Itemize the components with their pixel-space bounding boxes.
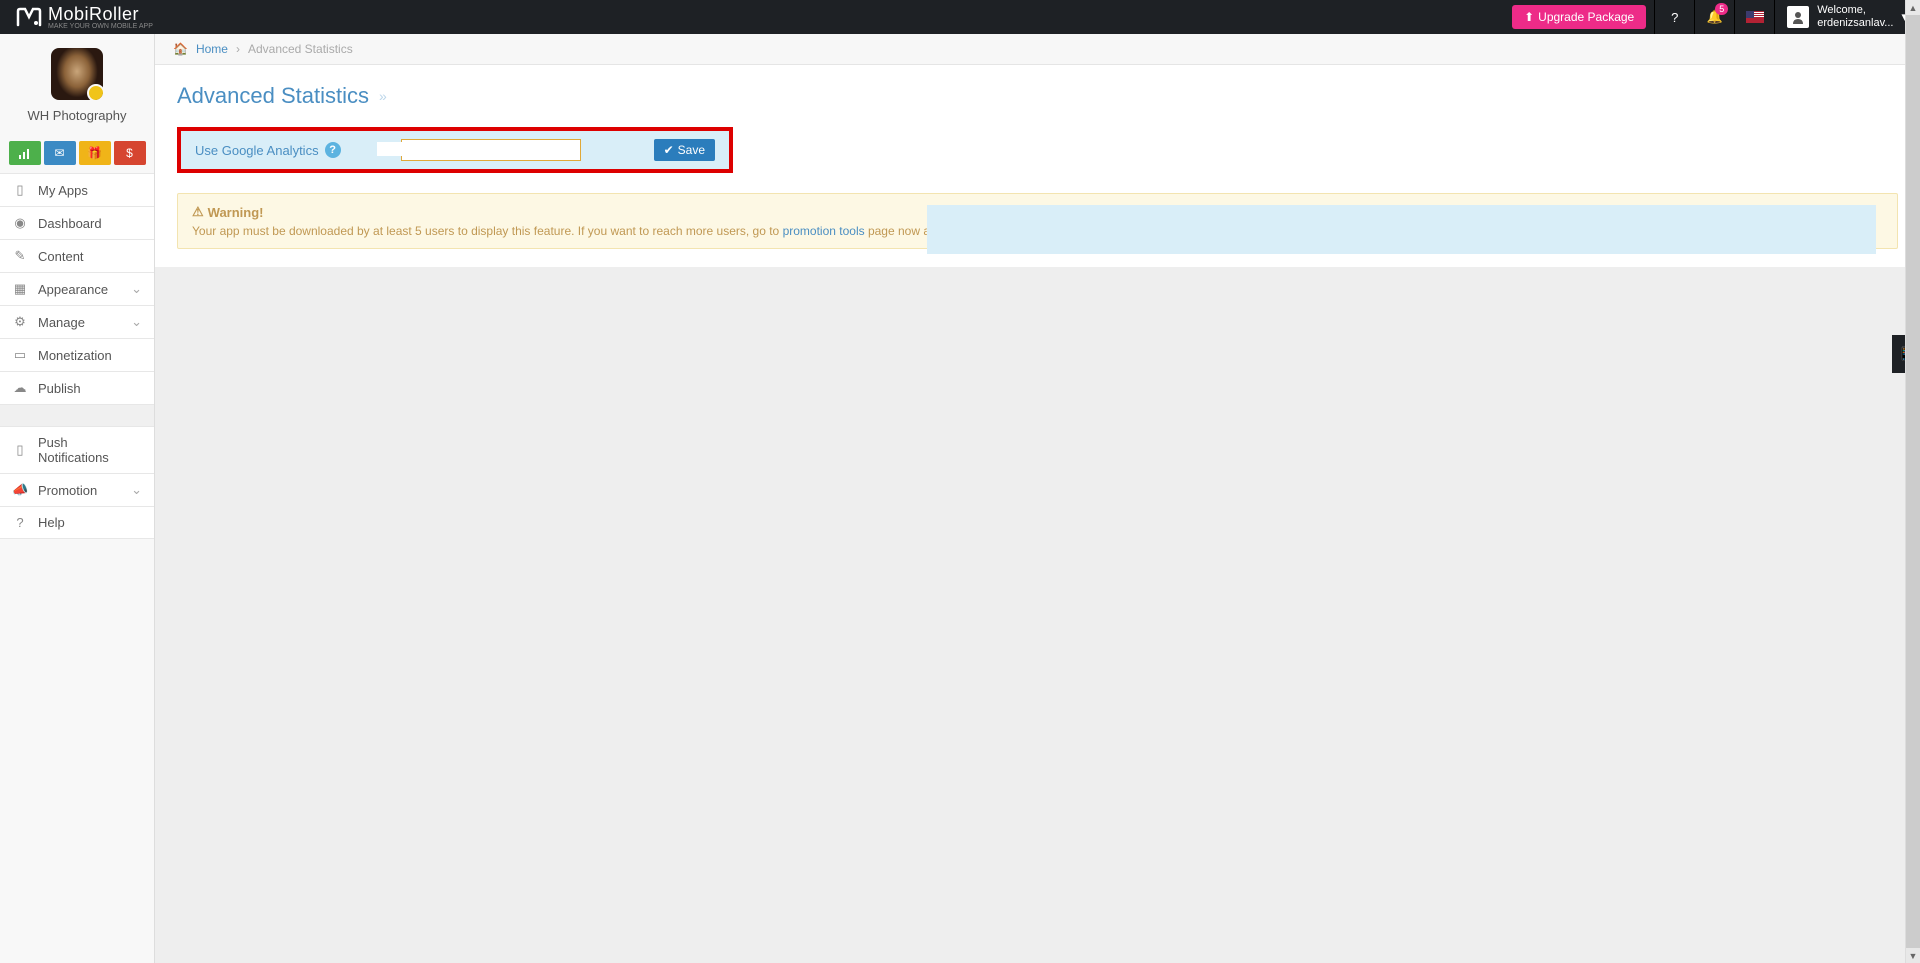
question-icon: ?	[1671, 10, 1678, 25]
save-button[interactable]: ✔ Save	[654, 139, 715, 161]
nav-label: My Apps	[38, 183, 88, 198]
upgrade-package-button[interactable]: ⬆ Upgrade Package	[1512, 5, 1646, 29]
language-button[interactable]	[1734, 0, 1774, 34]
mobile-icon: ▯	[12, 442, 28, 458]
gift-icon: 🎁	[87, 146, 102, 160]
save-label: Save	[678, 143, 705, 157]
mail-button[interactable]: ✉	[44, 141, 76, 165]
question-icon: ?	[12, 515, 28, 530]
warning-title-text: Warning!	[208, 205, 264, 220]
double-chevron-icon: »	[379, 88, 387, 104]
nav-dashboard[interactable]: ◉ Dashboard	[0, 207, 154, 240]
dollar-icon: $	[126, 146, 133, 160]
nav-label: Push Notifications	[38, 435, 142, 465]
edit-icon: ✎	[12, 248, 28, 264]
help-tooltip-icon[interactable]: ?	[325, 142, 341, 158]
ga-tracking-id-input[interactable]	[401, 139, 581, 161]
breadcrumb: 🏠 Home › Advanced Statistics	[155, 34, 1920, 65]
brand-name: MobiRoller	[48, 4, 153, 25]
mobile-icon: ▯	[12, 182, 28, 198]
quick-actions: ✉ 🎁 $	[0, 133, 154, 173]
scroll-down-icon[interactable]: ▼	[1906, 948, 1920, 963]
google-analytics-panel: Use Google Analytics ? ✔ Save	[177, 127, 733, 173]
breadcrumb-home[interactable]: Home	[196, 42, 228, 56]
nav-manage[interactable]: ⚙ Manage ⌄	[0, 306, 154, 339]
ga-panel-bg	[927, 205, 1876, 254]
help-button[interactable]: ?	[1654, 0, 1694, 34]
dollar-button[interactable]: $	[114, 141, 146, 165]
profile-section: WH Photography	[0, 34, 154, 133]
nav-push[interactable]: ▯ Push Notifications	[0, 427, 154, 474]
logo[interactable]: MobiRoller MAKE YOUR OWN MOBILE APP	[0, 0, 169, 34]
gift-button[interactable]: 🎁	[79, 141, 111, 165]
bars-icon	[18, 147, 32, 159]
nav-my-apps[interactable]: ▯ My Apps	[0, 174, 154, 207]
megaphone-icon: 📣	[12, 482, 28, 498]
nav-label: Dashboard	[38, 216, 102, 231]
scrollbar-thumb[interactable]	[1906, 15, 1920, 948]
nav-help[interactable]: ? Help	[0, 507, 154, 539]
money-icon: ▭	[12, 347, 28, 363]
nav-promotion[interactable]: 📣 Promotion ⌄	[0, 474, 154, 507]
nav-label: Publish	[38, 381, 81, 396]
nav-separator	[0, 405, 154, 427]
promotion-tools-link[interactable]: promotion tools	[783, 224, 865, 238]
cloud-icon: ☁	[12, 380, 28, 396]
nav-label: Appearance	[38, 282, 108, 297]
nav-label: Help	[38, 515, 65, 530]
nav-label: Content	[38, 249, 84, 264]
chevron-down-icon: ⌄	[131, 482, 142, 498]
notifications-button[interactable]: 🔔 5	[1694, 0, 1734, 34]
us-flag-icon	[1746, 11, 1764, 23]
main-content: 🏠 Home › Advanced Statistics Advanced St…	[155, 34, 1920, 963]
nav-label: Monetization	[38, 348, 112, 363]
upgrade-label: Upgrade Package	[1538, 10, 1634, 24]
stats-button[interactable]	[9, 141, 41, 165]
check-icon: ✔	[664, 143, 674, 157]
grid-icon: ▦	[12, 281, 28, 297]
home-icon: 🏠	[173, 42, 188, 56]
breadcrumb-current: Advanced Statistics	[248, 42, 353, 56]
warning-icon: ⚠	[192, 204, 204, 220]
page-title: Advanced Statistics »	[177, 83, 1898, 109]
nav-list: ▯ My Apps ◉ Dashboard ✎ Content ▦ Appearance…	[0, 173, 154, 539]
gears-icon: ⚙	[12, 314, 28, 330]
chevron-down-icon: ⌄	[131, 281, 142, 297]
logo-icon	[16, 7, 42, 27]
breadcrumb-separator: ›	[236, 42, 240, 56]
profile-name: WH Photography	[8, 108, 146, 123]
user-menu[interactable]: Welcome, erdenizsanlav... ▾	[1774, 0, 1920, 34]
ga-label: Use Google Analytics ?	[195, 142, 341, 158]
scrollbar[interactable]: ▲ ▼	[1905, 0, 1920, 963]
username: erdenizsanlav...	[1817, 17, 1893, 30]
topbar: MobiRoller MAKE YOUR OWN MOBILE APP ⬆ Up…	[0, 0, 1920, 34]
welcome-label: Welcome,	[1817, 4, 1893, 17]
ga-label-text: Use Google Analytics	[195, 143, 319, 158]
brand-tagline: MAKE YOUR OWN MOBILE APP	[48, 23, 153, 30]
notif-badge: 5	[1715, 3, 1728, 15]
nav-publish[interactable]: ☁ Publish	[0, 372, 154, 405]
mail-icon: ✉	[54, 146, 64, 160]
nav-monetization[interactable]: ▭ Monetization	[0, 339, 154, 372]
sidebar: WH Photography ✉ 🎁 $ ▯ My Apps ◉ Dashboard…	[0, 34, 155, 963]
scroll-up-icon[interactable]: ▲	[1906, 0, 1920, 15]
nav-label: Promotion	[38, 483, 97, 498]
upload-icon: ⬆	[1524, 10, 1534, 24]
avatar	[1787, 6, 1809, 28]
warning-before: Your app must be downloaded by at least …	[192, 224, 783, 238]
nav-label: Manage	[38, 315, 85, 330]
page-title-text: Advanced Statistics	[177, 83, 369, 109]
nav-content[interactable]: ✎ Content	[0, 240, 154, 273]
gauge-icon: ◉	[12, 215, 28, 231]
profile-picture[interactable]	[51, 48, 103, 100]
chevron-down-icon: ⌄	[131, 314, 142, 330]
nav-appearance[interactable]: ▦ Appearance ⌄	[0, 273, 154, 306]
